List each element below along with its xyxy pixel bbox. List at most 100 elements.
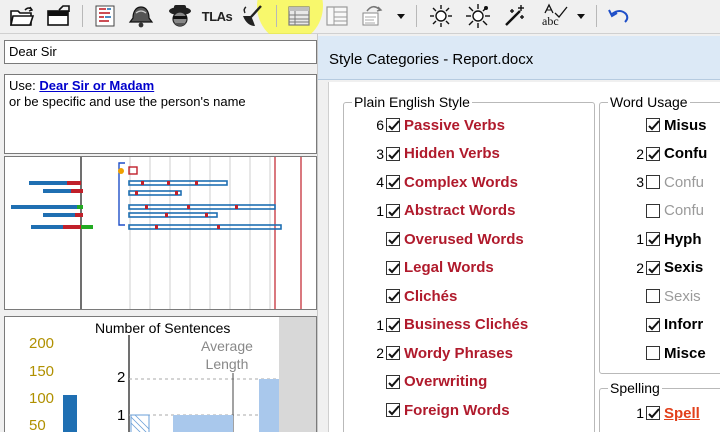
category-checkbox[interactable] (646, 289, 660, 303)
category-row-inforr[interactable]: Inforr (630, 314, 703, 336)
category-row-passive-verbs[interactable]: 6 Passive Verbs (370, 114, 505, 136)
category-checkbox[interactable] (386, 175, 400, 189)
save-icon[interactable] (44, 3, 74, 29)
category-label[interactable]: Confu (664, 174, 704, 191)
category-row-hyph[interactable]: 1 Hyph (630, 228, 702, 250)
category-count: 3 (636, 174, 644, 190)
category-count: 1 (376, 316, 384, 333)
category-count: 2 (636, 259, 644, 276)
category-checkbox[interactable] (386, 374, 400, 389)
category-checkbox[interactable] (646, 175, 660, 189)
category-label[interactable]: Confu (664, 145, 707, 162)
advice-panel: Use: Dear Sir or Madam or be specific an… (4, 74, 317, 154)
style-categories-title: Style Categories - Report.docx (329, 51, 534, 68)
category-checkbox[interactable] (386, 289, 400, 303)
suggestion-link[interactable]: Dear Sir or Madam (39, 78, 154, 93)
category-checkbox[interactable] (386, 203, 400, 218)
category-checkbox[interactable] (646, 203, 660, 218)
category-checkbox[interactable] (386, 260, 400, 275)
category-label[interactable]: Business Clichés (404, 316, 528, 333)
category-row-overwriting[interactable]: Overwriting (370, 371, 487, 393)
category-label[interactable]: Confu (664, 202, 704, 219)
category-checkbox[interactable] (646, 317, 660, 332)
category-checkbox[interactable] (386, 232, 400, 246)
category-row-sexis[interactable]: 2 Sexis (630, 257, 703, 279)
category-label[interactable]: Overwriting (404, 373, 487, 390)
category-row-abstract-words[interactable]: 1 Abstract Words (370, 200, 515, 222)
category-label[interactable]: Sexis (664, 288, 701, 305)
category-checkbox[interactable] (646, 406, 660, 420)
category-row-hidden-verbs[interactable]: 3 Hidden Verbs (370, 143, 500, 165)
category-row-foreign-words[interactable]: Foreign Words (370, 399, 510, 421)
category-checkbox[interactable] (646, 146, 660, 161)
category-count: 1 (636, 231, 644, 247)
category-checkbox[interactable] (386, 118, 400, 132)
category-label[interactable]: Legal Words (404, 259, 494, 276)
category-row-clich-s[interactable]: Clichés (370, 285, 457, 307)
category-label[interactable]: Misus (664, 117, 707, 134)
document-view-icon[interactable] (284, 3, 314, 29)
category-label[interactable]: Sexis (664, 259, 703, 276)
undo-icon[interactable] (604, 3, 632, 29)
category-row-sexis[interactable]: Sexis (630, 285, 701, 307)
category-row-confu[interactable]: 3 Confu (630, 171, 704, 193)
spelling-title: Spelling (608, 380, 662, 396)
category-row-confu[interactable]: Confu (630, 200, 704, 222)
category-row-wordy-phrases[interactable]: 2 Wordy Phrases (370, 342, 513, 364)
category-checkbox[interactable] (386, 317, 400, 332)
style-categories-body: Plain English Style 6 Passive Verbs 3 Hidde… (328, 82, 720, 432)
app-window: TLAs abc Dear Sir Use: Dear Sir or Madam… (0, 0, 720, 432)
category-row-confu[interactable]: 2 Confu (630, 143, 707, 165)
category-label[interactable]: Foreign Words (404, 402, 510, 419)
spy-icon[interactable] (163, 3, 197, 29)
category-row-misce[interactable]: Misce (630, 342, 706, 364)
phrase-field[interactable]: Dear Sir (4, 40, 317, 64)
category-checkbox[interactable] (386, 146, 400, 161)
category-checkbox[interactable] (646, 346, 660, 360)
category-checkbox[interactable] (646, 260, 660, 275)
category-checkbox[interactable] (646, 232, 660, 246)
toolbar: TLAs abc (0, 0, 720, 42)
bell-icon[interactable] (126, 3, 156, 29)
spelling-abc-icon[interactable]: abc (538, 3, 570, 29)
category-label[interactable]: Clichés (404, 288, 457, 305)
split-view-icon[interactable] (322, 3, 352, 29)
category-checkbox[interactable] (386, 346, 400, 360)
category-row-spell[interactable]: 1 Spell (630, 402, 700, 424)
category-label[interactable]: Overused Words (404, 231, 524, 248)
category-checkbox[interactable] (646, 118, 660, 132)
category-label[interactable]: Abstract Words (404, 202, 515, 219)
category-row-legal-words[interactable]: Legal Words (370, 257, 494, 279)
category-row-overused-words[interactable]: Overused Words (370, 228, 524, 250)
advice-alt-text: or be specific and use the person's name (9, 94, 246, 109)
spelling-dropdown-icon[interactable] (574, 3, 588, 29)
category-label[interactable]: Wordy Phrases (404, 345, 513, 362)
document-map[interactable] (4, 156, 317, 310)
word-usage-title: Word Usage (608, 94, 690, 110)
category-label[interactable]: Misce (664, 345, 706, 362)
category-label[interactable]: Inforr (664, 316, 703, 333)
category-label[interactable]: Passive Verbs (404, 117, 505, 134)
route-dropdown-icon[interactable] (394, 3, 408, 29)
route-icon[interactable] (358, 3, 388, 29)
category-count: 3 (376, 145, 384, 162)
toolbar-separator (276, 5, 277, 27)
tlas-button[interactable]: TLAs (200, 3, 234, 29)
sun-icon[interactable] (426, 3, 456, 29)
category-row-misus[interactable]: Misus (630, 114, 707, 136)
category-row-business-clich-s[interactable]: 1 Business Clichés (370, 314, 528, 336)
category-checkbox[interactable] (386, 403, 400, 417)
category-label[interactable]: Hyph (664, 231, 702, 248)
category-label[interactable]: Complex Words (404, 174, 518, 191)
category-label[interactable]: Hidden Verbs (404, 145, 500, 162)
sun-burst-icon[interactable] (463, 3, 493, 29)
sparkle-icon[interactable] (500, 3, 530, 29)
style-categories-header: Style Categories - Report.docx (318, 36, 720, 80)
svg-text:abc: abc (542, 14, 559, 28)
readability-stats-icon[interactable] (92, 3, 118, 29)
open-folder-icon[interactable] (8, 3, 36, 29)
toolbar-separator (82, 5, 83, 27)
brush-icon[interactable] (238, 3, 266, 29)
category-label[interactable]: Spell (664, 405, 700, 422)
category-row-complex-words[interactable]: 4 Complex Words (370, 171, 518, 193)
